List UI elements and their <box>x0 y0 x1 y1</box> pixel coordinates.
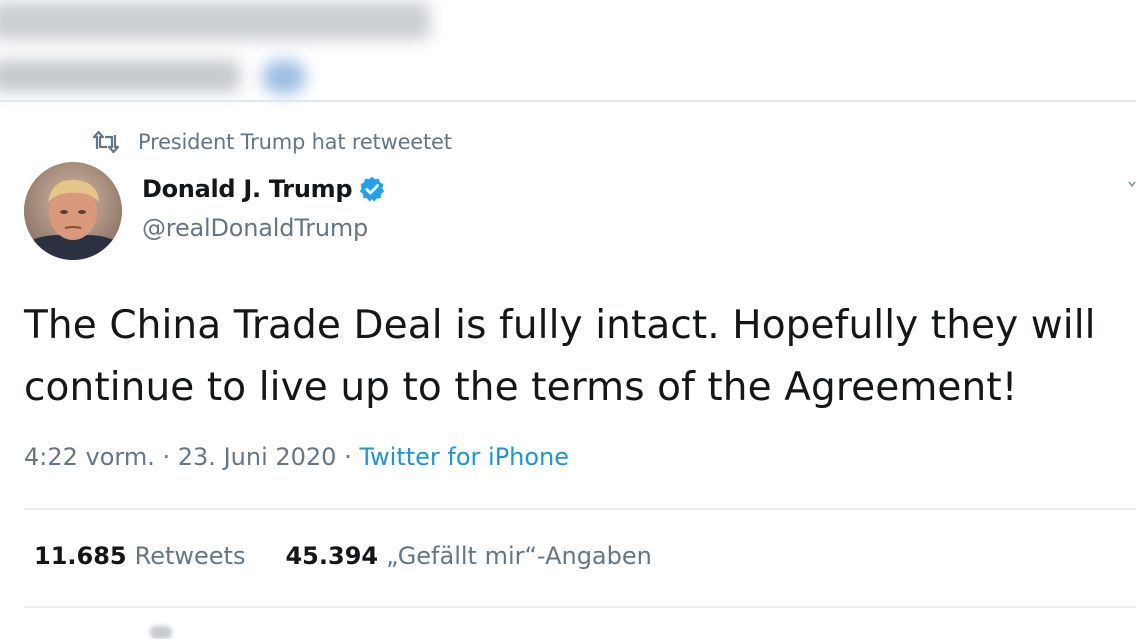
tweet-date[interactable]: 23. Juni 2020 <box>178 443 337 471</box>
likes-label: „Gefällt mir“-Angaben <box>386 542 652 570</box>
tweet-meta: 4:22 vorm. · 23. Juni 2020 · Twitter for… <box>24 443 569 471</box>
tweet-text: The China Trade Deal is fully intact. Ho… <box>24 295 1134 419</box>
retweets-stat[interactable]: 11.685 Retweets <box>34 542 245 570</box>
retweets-label: Retweets <box>134 542 246 570</box>
tweet-source-link[interactable]: Twitter for iPhone <box>359 443 569 471</box>
retweet-icon <box>92 130 120 154</box>
retweets-count: 11.685 <box>34 542 127 570</box>
blurred-text-line <box>0 60 240 92</box>
author-handle[interactable]: @realDonaldTrump <box>142 214 368 242</box>
retweet-context-label: President Trump hat retweetet <box>138 130 452 154</box>
blurred-action-icon <box>150 626 172 639</box>
verified-badge-icon <box>358 175 386 203</box>
retweet-context[interactable]: President Trump hat retweetet <box>92 127 452 157</box>
avatar[interactable] <box>24 162 122 260</box>
likes-count: 45.394 <box>285 542 379 570</box>
author-display-name[interactable]: Donald J. Trump <box>142 175 353 203</box>
timeline-divider <box>0 100 1136 102</box>
meta-separator: · <box>154 443 178 471</box>
tweet-text-line: continue to live up to the terms of the … <box>24 365 1018 410</box>
tweet-stats: 11.685 Retweets 45.394 „Gefällt mir“-Angab… <box>34 542 652 570</box>
tweet-text-line: The China Trade Deal is fully intact. Ho… <box>24 303 1096 348</box>
tweet-time[interactable]: 4:22 vorm. <box>24 443 155 471</box>
meta-separator: · <box>336 443 360 471</box>
likes-stat[interactable]: 45.394 „Gefällt mir“-Angaben <box>285 542 651 570</box>
blurred-text-line <box>0 2 430 40</box>
blurred-previous-tweet <box>0 0 460 95</box>
chevron-down-icon[interactable] <box>1128 176 1136 194</box>
author-name-row[interactable]: Donald J. Trump <box>142 175 386 203</box>
stats-divider-bottom <box>24 606 1136 608</box>
stats-divider-top <box>24 508 1136 510</box>
blurred-verified-badge <box>262 60 306 94</box>
